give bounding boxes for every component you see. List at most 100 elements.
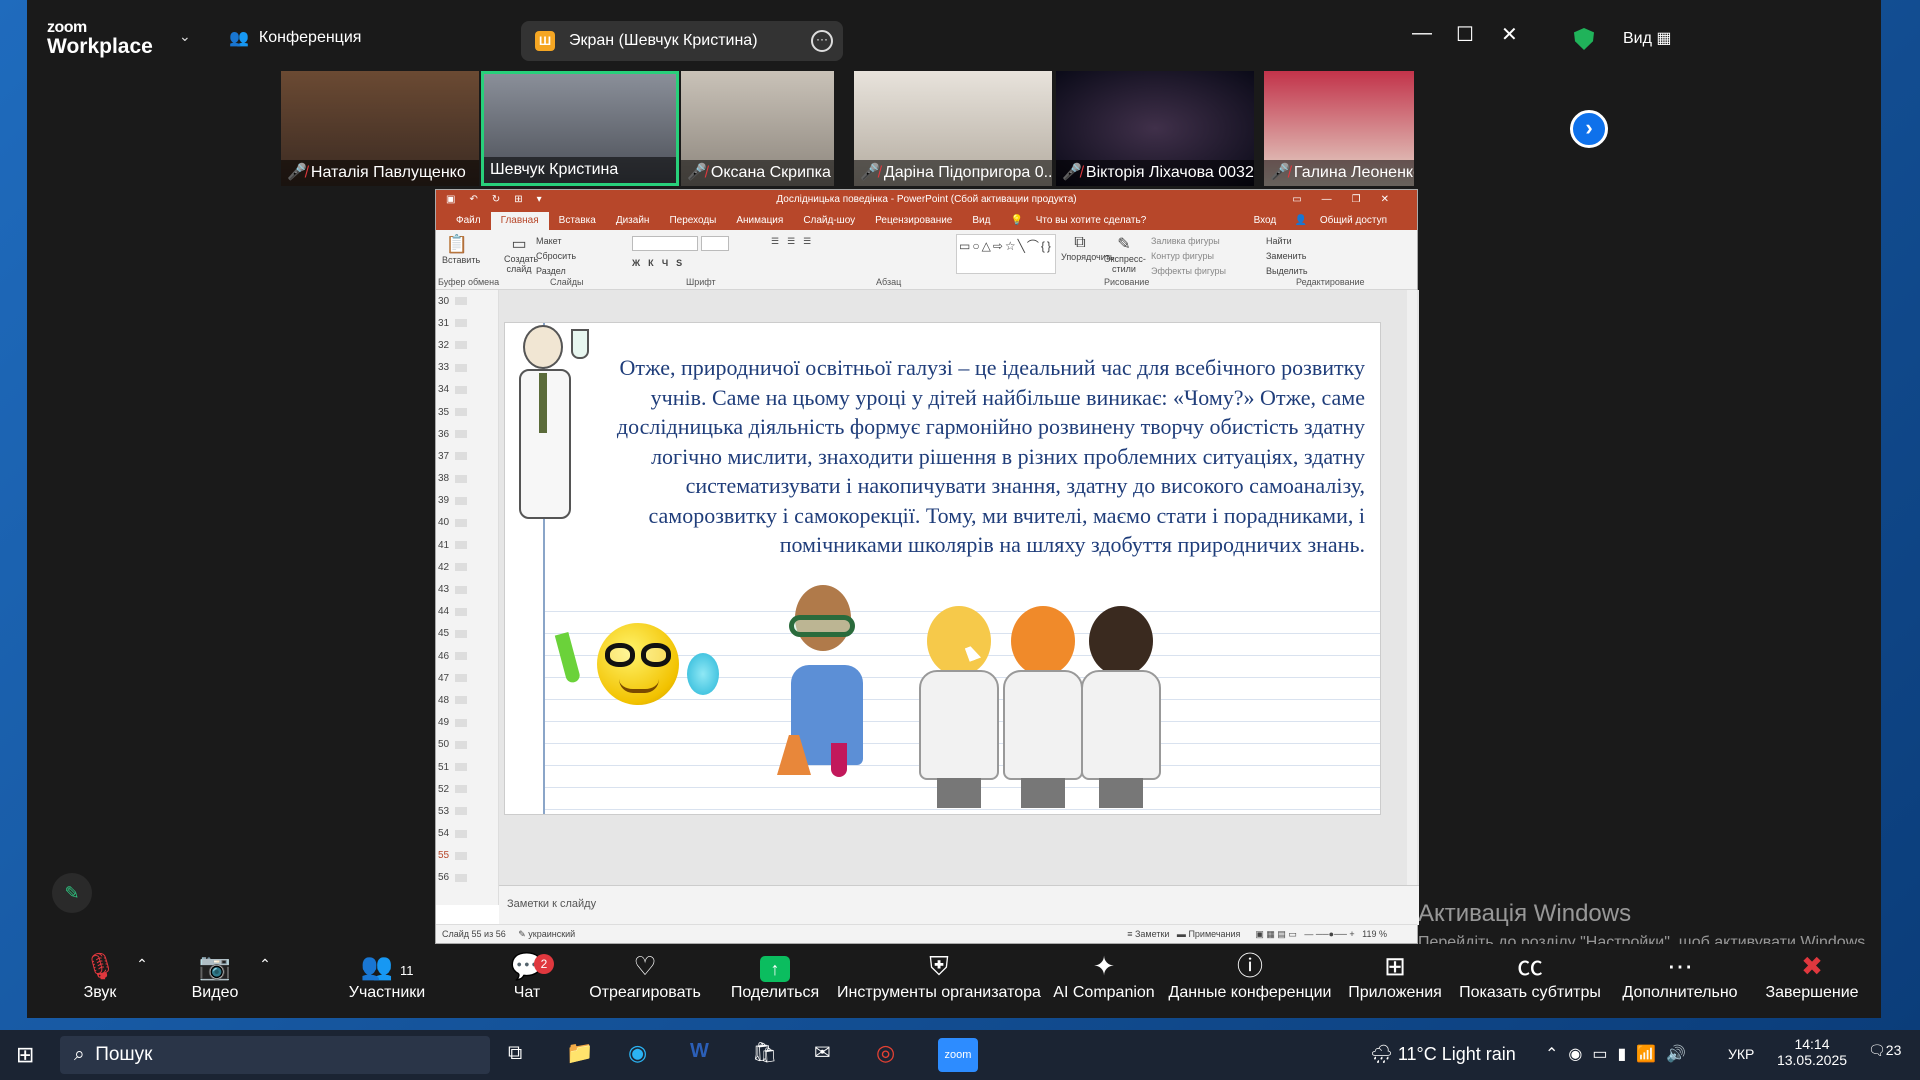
reset-button[interactable]: Сбросить — [536, 249, 576, 264]
weather-widget[interactable]: 🌧 11°C Light rain — [1370, 1044, 1516, 1065]
slide-thumbnail-51[interactable]: 51 — [436, 756, 498, 778]
notification-center[interactable]: 🗨23 — [1868, 1042, 1901, 1059]
mail-icon[interactable]: ✉ — [814, 1040, 831, 1065]
slide-thumbnail-34[interactable]: 34 — [436, 379, 498, 401]
tab-view[interactable]: Вид — [962, 212, 1000, 230]
captions-button[interactable]: ㏄ Показать субтитры — [1455, 944, 1605, 1018]
taskbar-search[interactable]: ⌕ Пошук — [60, 1036, 490, 1074]
paste-button[interactable]: 📋 Вставить — [442, 234, 480, 265]
tab-slideshow[interactable]: Слайд-шоу — [793, 212, 865, 230]
slide-thumbnail-48[interactable]: 48 — [436, 689, 498, 711]
slide-thumbnail-55[interactable]: 55 — [436, 845, 498, 867]
quick-styles-button[interactable]: ✎ Экспресс-стили — [1104, 234, 1146, 274]
slide-thumbnail-42[interactable]: 42 — [436, 556, 498, 578]
slide-thumbnail-30[interactable]: 30 — [436, 290, 498, 312]
chevron-down-icon[interactable]: ⌄ — [179, 28, 191, 45]
close-icon[interactable]: ✕ — [1501, 22, 1518, 47]
notes-toggle[interactable]: Заметки — [1135, 929, 1169, 939]
store-icon[interactable]: 🛍 — [752, 1040, 777, 1065]
chat-button[interactable]: 💬 2 Чат — [497, 944, 557, 1018]
slide-thumbnail-31[interactable]: 31 — [436, 312, 498, 334]
participant-tile-active[interactable]: Шевчук Кристина — [481, 71, 679, 186]
slide-thumbnail-35[interactable]: 35 — [436, 401, 498, 423]
input-language[interactable]: УКР — [1728, 1046, 1754, 1062]
slide-thumbnail-45[interactable]: 45 — [436, 623, 498, 645]
end-meeting-button[interactable]: ✖ Завершение — [1762, 944, 1862, 1018]
slide-thumbnail-33[interactable]: 33 — [436, 357, 498, 379]
notes-pane[interactable]: Заметки к слайду — [499, 885, 1419, 925]
next-page-arrow-icon[interactable]: › — [1570, 110, 1608, 148]
audio-options-caret-icon[interactable]: ⌃ — [132, 944, 152, 1018]
host-tools-button[interactable]: ⛨ Инструменты организатора — [834, 944, 1044, 1018]
comments-toggle[interactable]: Примечания — [1188, 929, 1240, 939]
tab-insert[interactable]: Вставка — [549, 212, 606, 230]
conference-menu[interactable]: 👥 Конференция — [229, 28, 361, 48]
layout-button[interactable]: Макет — [536, 234, 576, 249]
shape-outline-button[interactable]: Контур фигуры — [1151, 249, 1226, 264]
shape-effects-button[interactable]: Эффекты фигуры — [1151, 264, 1226, 279]
slide-thumbnail-49[interactable]: 49 — [436, 712, 498, 734]
tab-review[interactable]: Рецензирование — [865, 212, 962, 230]
tab-design[interactable]: Дизайн — [606, 212, 660, 230]
font-format-icons[interactable]: ЖКЧS — [632, 258, 690, 268]
clock[interactable]: 14:14 13.05.2025 — [1775, 1036, 1849, 1068]
participant-tile[interactable]: 🎤̸ Даріна Підопригора 0... — [854, 71, 1052, 186]
slide-thumbnail-36[interactable]: 36 — [436, 423, 498, 445]
tab-home[interactable]: Главная — [490, 212, 549, 230]
participant-tile[interactable]: 🎤̸Оксана Скрипка 0032 — [681, 71, 834, 186]
slide-thumbnail-44[interactable]: 44 — [436, 601, 498, 623]
font-name-dropdown[interactable] — [632, 236, 698, 251]
slide-thumbnail-54[interactable]: 54 — [436, 823, 498, 845]
find-button[interactable]: Найти — [1266, 234, 1308, 249]
vertical-scrollbar[interactable] — [1407, 290, 1417, 885]
slide-thumbnail-47[interactable]: 47 — [436, 667, 498, 689]
paragraph-icons[interactable]: ☰☰☰ — [771, 236, 819, 247]
slide-thumbnail-52[interactable]: 52 — [436, 778, 498, 800]
screen-share-pill[interactable]: Ш Экран (Шевчук Кристина) ··· — [521, 21, 843, 61]
tab-animation[interactable]: Анимация — [726, 212, 793, 230]
minimize-icon[interactable]: — — [1412, 22, 1432, 45]
slide-thumbnail-41[interactable]: 41 — [436, 534, 498, 556]
arrange-button[interactable]: ⧉ Упорядочить — [1061, 234, 1115, 262]
task-view-icon[interactable]: ⧉ — [508, 1042, 522, 1065]
more-options-icon[interactable]: ··· — [811, 30, 833, 52]
windows-start-icon[interactable]: ⊞ — [16, 1042, 34, 1068]
ppt-window-controls[interactable]: ▭—❐✕ — [1292, 190, 1409, 210]
system-tray-icons[interactable]: ⌃◉▭▮📶🔊 — [1545, 1044, 1696, 1064]
maximize-icon[interactable]: ☐ — [1456, 22, 1474, 47]
meeting-info-button[interactable]: ⓘ Данные конференции — [1165, 944, 1335, 1018]
slide-thumbnail-32[interactable]: 32 — [436, 334, 498, 356]
more-button[interactable]: ⋯ Дополнительно — [1610, 944, 1750, 1018]
slide-thumbnail-37[interactable]: 37 — [436, 445, 498, 467]
new-slide-button[interactable]: ▭ Создать слайд — [504, 234, 538, 274]
tell-me-box[interactable]: 💡 Что вы хотите сделать? — [1000, 212, 1166, 230]
participant-tile[interactable]: 🎤̸ Галина Леоненко — [1264, 71, 1414, 186]
file-explorer-icon[interactable]: 📁 — [566, 1040, 593, 1066]
quick-access-icons[interactable]: ▣↶↻⊞▾ — [446, 190, 556, 210]
shapes-gallery[interactable]: ▭○△⇨☆╲⌒{} — [956, 234, 1056, 274]
video-button[interactable]: 📷 Видео — [170, 944, 260, 1018]
apps-button[interactable]: ⊞ Приложения — [1340, 944, 1450, 1018]
slide-thumbnail-56[interactable]: 56 — [436, 867, 498, 889]
security-shield-icon[interactable] — [1574, 28, 1594, 50]
zoom-taskbar-icon[interactable]: zoom — [938, 1038, 978, 1072]
slide-thumbnail-50[interactable]: 50 — [436, 734, 498, 756]
word-icon[interactable]: W — [690, 1040, 709, 1063]
react-button[interactable]: ♡ Отреагировать — [580, 944, 710, 1018]
video-options-caret-icon[interactable]: ⌃ — [255, 944, 275, 1018]
participant-tile[interactable]: 🎤̸ Наталія Павлущенко — [281, 71, 479, 186]
slide-thumbnail-38[interactable]: 38 — [436, 468, 498, 490]
edge-icon[interactable]: ◉ — [628, 1040, 647, 1066]
ai-companion-button[interactable]: ✦ AI Companion — [1049, 944, 1159, 1018]
slide-thumbnail-39[interactable]: 39 — [436, 490, 498, 512]
language-indicator[interactable]: украинский — [528, 929, 575, 939]
tab-file[interactable]: Файл — [446, 212, 491, 230]
slide-thumbnail-46[interactable]: 46 — [436, 645, 498, 667]
slide-thumbnail-53[interactable]: 53 — [436, 800, 498, 822]
replace-button[interactable]: Заменить — [1266, 249, 1308, 264]
tab-transitions[interactable]: Переходы — [659, 212, 726, 230]
participants-button[interactable]: 👥 11 Участники — [327, 944, 447, 1018]
chrome-icon[interactable]: ◎ — [876, 1040, 895, 1066]
audio-button[interactable]: 🎙 Звук — [60, 944, 140, 1018]
slide-body-text[interactable]: Отже, природничої освітньої галузі – це … — [565, 353, 1365, 560]
